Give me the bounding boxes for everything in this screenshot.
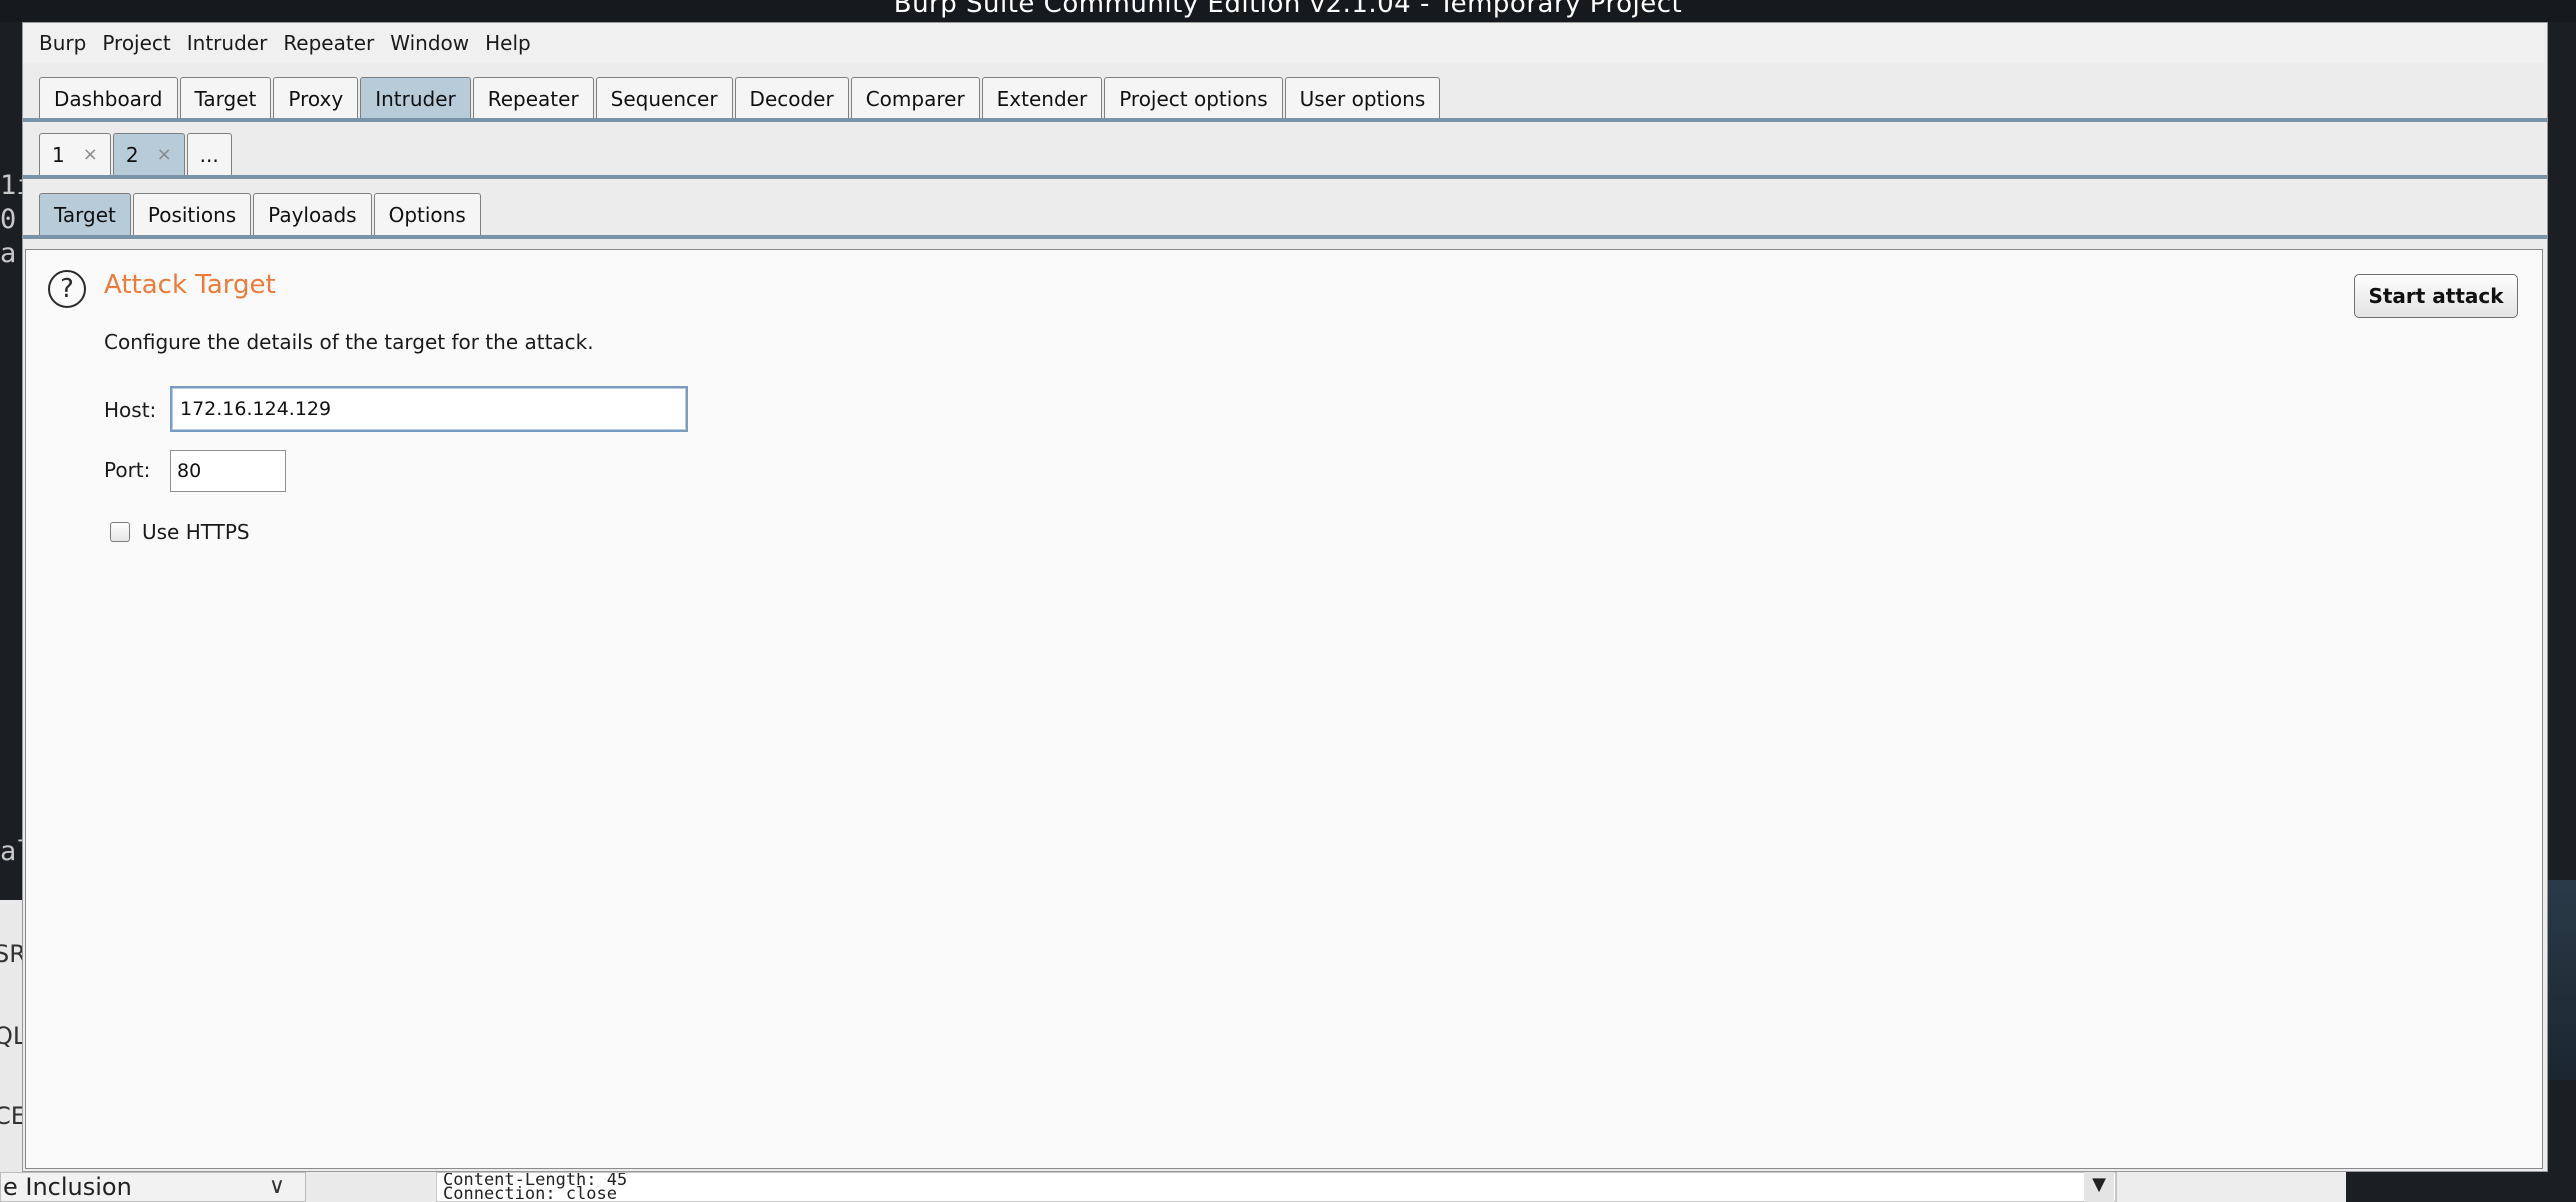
new-attack-tab-button[interactable]: ... <box>186 133 232 175</box>
new-attack-tab-label: ... <box>199 142 219 167</box>
window-title-bar: Burp Suite Community Edition v2.1.04 - T… <box>0 0 2576 22</box>
host-label: Host: <box>104 398 157 422</box>
close-icon[interactable]: × <box>157 144 172 165</box>
terminal-line: 0 <box>0 204 17 235</box>
menu-help[interactable]: Help <box>485 31 531 55</box>
section-title: Attack Target <box>104 270 276 300</box>
attack-tab-1[interactable]: 1 × <box>39 133 111 175</box>
tab-extender[interactable]: Extender <box>981 77 1103 119</box>
help-icon[interactable]: ? <box>48 270 86 308</box>
attack-tab-label: 1 <box>52 142 65 167</box>
close-icon[interactable]: × <box>83 144 98 165</box>
tab-dashboard[interactable]: Dashboard <box>39 77 178 119</box>
response-line: Content-Length: 45 <box>443 1172 628 1190</box>
use-https-label[interactable]: Use HTTPS <box>142 520 250 544</box>
port-input[interactable]: 80 <box>170 450 286 492</box>
scroll-down-arrow-icon[interactable]: ▼ <box>2084 1172 2114 1202</box>
background-vulnerability-select[interactable]: e Inclusion ∨ <box>0 1172 306 1202</box>
tab-repeater[interactable]: Repeater <box>472 77 594 119</box>
desktop-wallpaper-edge <box>2546 880 2576 1080</box>
terminal-line: 1i <box>0 170 22 201</box>
host-input[interactable]: 172.16.124.129 <box>170 386 688 432</box>
menu-window[interactable]: Window <box>390 31 469 55</box>
port-label: Port: <box>104 458 151 482</box>
attack-tab-bar: 1 × 2 × ... <box>23 133 2547 175</box>
background-right-panel <box>2116 1172 2346 1202</box>
background-select-value: e Inclusion <box>3 1173 132 1201</box>
tab-target[interactable]: Target <box>179 77 272 119</box>
intruder-sub-tab-bar: Target Positions Payloads Options <box>23 193 2547 235</box>
terminal-line: a <box>0 238 17 269</box>
attack-tab-label: 2 <box>125 142 139 167</box>
use-https-checkbox[interactable] <box>110 522 130 542</box>
tab-proxy[interactable]: Proxy <box>273 77 359 119</box>
subtab-positions[interactable]: Positions <box>132 193 252 235</box>
section-description: Configure the details of the target for … <box>104 330 594 354</box>
tab-comparer[interactable]: Comparer <box>850 77 980 119</box>
tab-intruder[interactable]: Intruder <box>360 77 471 119</box>
background-response-text: Content-Length: 45 Connection: close <box>436 1172 2116 1202</box>
start-attack-button[interactable]: Start attack <box>2354 274 2518 318</box>
subtab-target[interactable]: Target <box>39 193 131 235</box>
main-tab-bar: Dashboard Target Proxy Intruder Repeater… <box>23 75 2547 119</box>
menu-intruder[interactable]: Intruder <box>187 31 268 55</box>
subtab-payloads[interactable]: Payloads <box>253 193 372 235</box>
tab-divider <box>23 118 2547 122</box>
subtab-options[interactable]: Options <box>373 193 481 235</box>
chevron-down-icon: ∨ <box>268 1174 285 1199</box>
tab-user-options[interactable]: User options <box>1284 77 1441 119</box>
tab-divider <box>23 175 2547 179</box>
attack-tab-2[interactable]: 2 × <box>112 133 185 175</box>
menu-repeater[interactable]: Repeater <box>283 31 374 55</box>
tab-divider <box>23 235 2547 239</box>
terminal-line: al <box>0 836 22 867</box>
menu-bar: Burp Project Intruder Repeater Window He… <box>23 23 2547 63</box>
menu-burp[interactable]: Burp <box>39 31 86 55</box>
tab-sequencer[interactable]: Sequencer <box>595 77 733 119</box>
attack-target-panel: ? Attack Target Configure the details of… <box>25 249 2543 1169</box>
burp-suite-window: Burp Project Intruder Repeater Window He… <box>22 22 2548 1172</box>
response-line: Connection: close <box>443 1184 617 1202</box>
background-side-panel: SR QL CE <box>0 900 26 1202</box>
menu-project[interactable]: Project <box>102 31 170 55</box>
background-gap <box>306 1172 436 1202</box>
tab-decoder[interactable]: Decoder <box>734 77 849 119</box>
tab-project-options[interactable]: Project options <box>1104 77 1283 119</box>
